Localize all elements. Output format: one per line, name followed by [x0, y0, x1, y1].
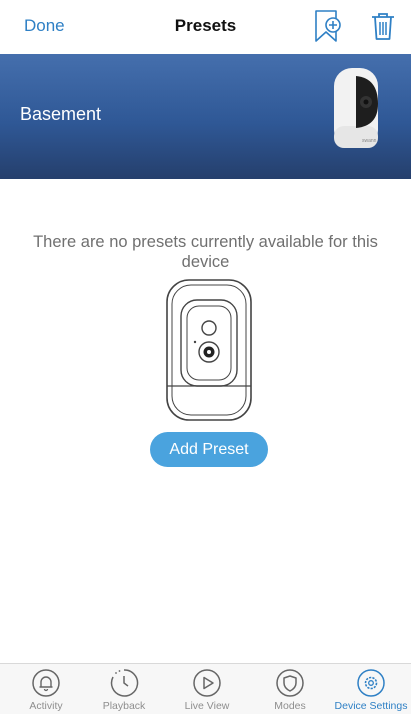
camera-thumbnail-icon: swann: [334, 68, 378, 148]
trash-icon[interactable]: [370, 11, 396, 41]
shield-icon: [276, 669, 304, 697]
play-icon: [193, 669, 221, 697]
device-name: Basement: [20, 104, 102, 124]
add-preset-button[interactable]: Add Preset: [150, 432, 268, 467]
tab-label: Live View: [184, 700, 230, 712]
tab-modes[interactable]: Modes: [250, 668, 330, 714]
tab-label: Modes: [274, 700, 306, 712]
tab-live-view[interactable]: Live View: [167, 668, 247, 714]
clock-icon: [110, 669, 139, 697]
tab-label: Playback: [102, 700, 146, 712]
bookmark-plus-icon[interactable]: [312, 8, 342, 44]
tab-bar: Activity Playback Live View Modes Device…: [0, 663, 411, 714]
tab-playback[interactable]: Playback: [84, 668, 164, 714]
tab-label: Device Settings: [334, 700, 408, 712]
device-banner: Basement swann: [0, 54, 411, 179]
gear-icon: [357, 669, 385, 697]
nav-bar: Done Presets: [0, 0, 411, 54]
empty-state-message: There are no presets currently available…: [33, 233, 378, 271]
tab-device-settings[interactable]: Device Settings: [331, 668, 411, 714]
page-title: Presets: [174, 16, 237, 35]
tab-label: Activity: [29, 700, 63, 712]
tab-activity[interactable]: Activity: [6, 668, 86, 714]
svg-text:swann: swann: [362, 138, 377, 144]
camera-illustration-icon: [166, 279, 252, 421]
bell-icon: [32, 669, 60, 697]
